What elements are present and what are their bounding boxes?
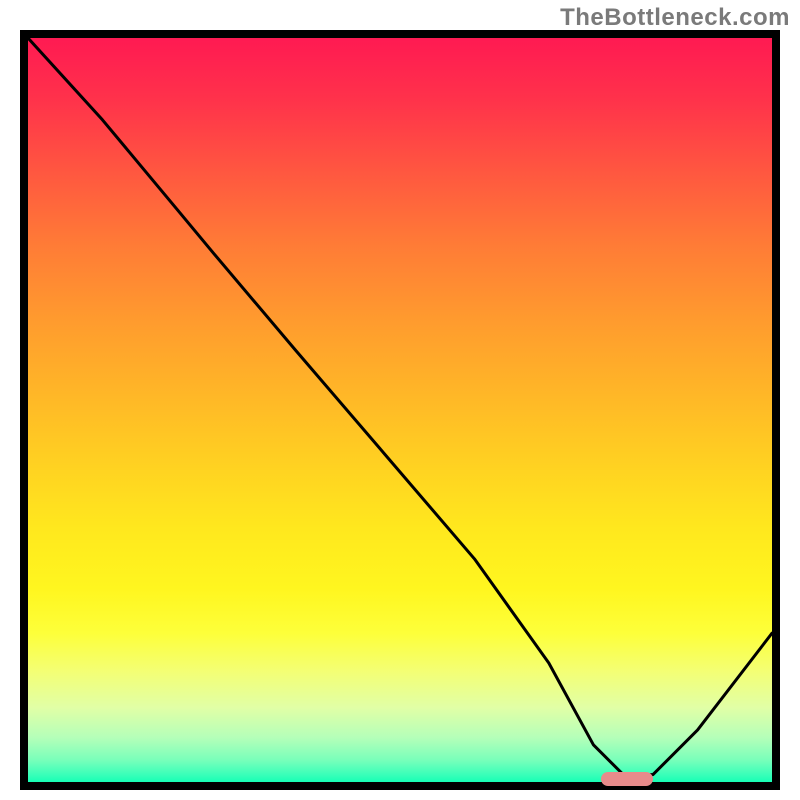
chart-frame	[20, 30, 780, 790]
watermark-text: TheBottleneck.com	[560, 4, 790, 32]
chart-gradient-area	[28, 38, 772, 782]
optimal-marker	[601, 772, 653, 786]
chart-line	[28, 38, 772, 782]
